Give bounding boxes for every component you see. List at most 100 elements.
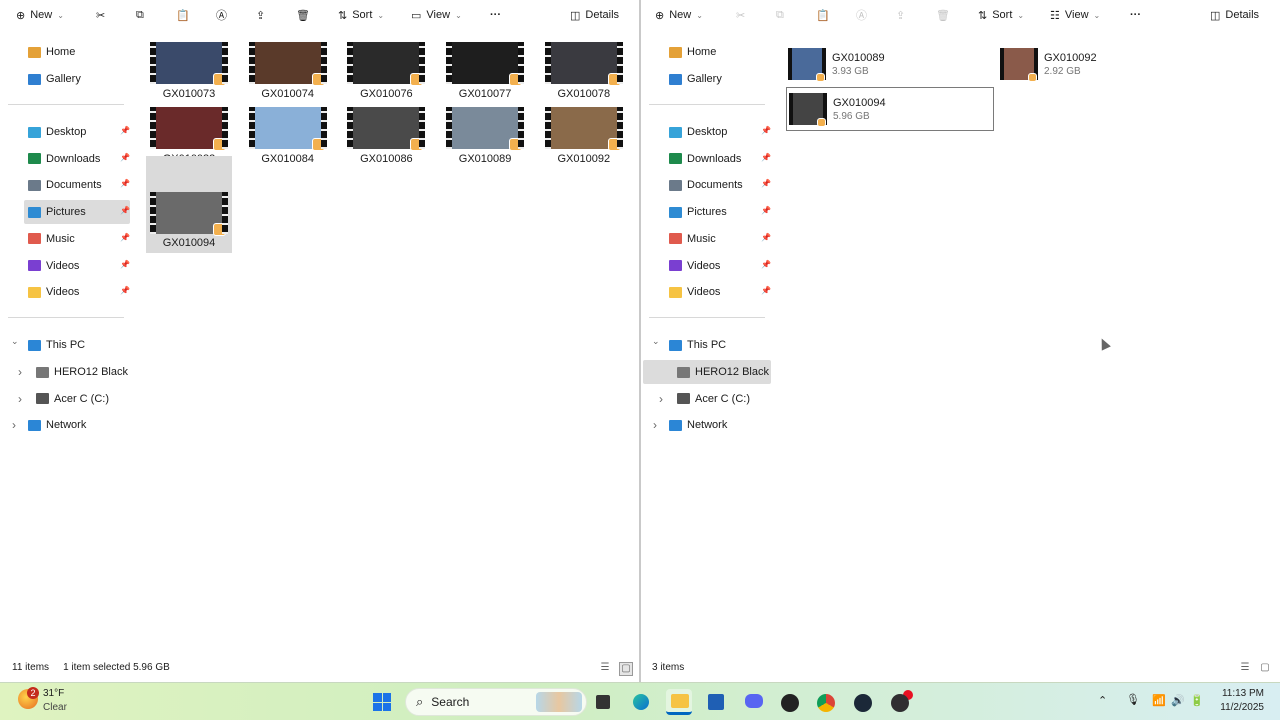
command-bar: ⊕ New ⌄ ✂ ⧉ 📋 Ⓐ ⇪ 🗑 ⇅ Sort ⌄ ▭ View ⌄ ··… <box>0 0 639 30</box>
chevron-right-icon[interactable]: › <box>659 392 663 406</box>
nav-item-this-pc[interactable]: This PC <box>24 333 124 357</box>
nav-item-hero12-black[interactable]: HERO12 Black <box>643 360 771 384</box>
nav-item-downloads[interactable]: Downloads <box>665 147 771 171</box>
task-view-button[interactable] <box>590 689 616 715</box>
new-button[interactable]: ⊕ New ⌄ <box>655 5 703 25</box>
file-thumbnail[interactable]: GX010084 <box>245 106 331 171</box>
cut-button[interactable]: ✂ <box>736 5 745 25</box>
app-button[interactable] <box>776 689 802 715</box>
file-thumbnail[interactable]: GX010094 <box>146 156 232 253</box>
volume-icon[interactable]: 🔊 <box>1171 694 1185 707</box>
battery-icon[interactable]: 🔋 <box>1190 694 1204 707</box>
copy-button[interactable]: ⧉ <box>776 5 784 25</box>
file-tile[interactable]: GX010092 2.92 GB <box>998 42 1206 86</box>
nav-item-videos[interactable]: Videos <box>24 280 130 304</box>
nav-item-videos[interactable]: Videos <box>665 280 771 304</box>
desktop-icon <box>28 126 41 138</box>
details-button[interactable]: ◫ Details <box>570 5 619 25</box>
obs-button[interactable] <box>886 689 912 715</box>
chevron-down-icon[interactable]: ⌄ <box>652 336 660 347</box>
view-button[interactable]: ☷ View ⌄ <box>1050 5 1100 25</box>
file-thumbnail[interactable]: GX010074 <box>245 42 331 106</box>
clock[interactable]: 11:13 PM 11/2/2025 <box>1220 687 1264 715</box>
nav-item-home[interactable]: Home <box>24 40 124 64</box>
view-button[interactable]: ▭ View ⌄ <box>411 5 462 25</box>
details-button[interactable]: ◫ Details <box>1210 5 1259 25</box>
wifi-icon[interactable]: 📶 <box>1152 694 1166 707</box>
file-thumbnail[interactable]: GX010078 <box>541 42 627 106</box>
more-options-button[interactable]: ··· <box>490 5 501 25</box>
discord-button[interactable] <box>740 689 766 715</box>
more-options-button[interactable]: ··· <box>1130 5 1141 25</box>
file-explorer-button[interactable] <box>666 689 692 715</box>
file-thumbnail[interactable]: GX010073 <box>146 42 232 106</box>
chrome-button[interactable] <box>812 689 838 715</box>
details-view-icon[interactable]: ☰ <box>598 662 612 676</box>
taskbar-search-box[interactable]: ⌕ Search <box>405 688 587 716</box>
nav-item-videos[interactable]: Videos <box>665 254 771 278</box>
rename-button[interactable]: Ⓐ <box>216 5 227 25</box>
chevron-right-icon[interactable]: › <box>18 365 22 379</box>
cut-button[interactable]: ✂ <box>96 5 105 25</box>
nav-item-downloads[interactable]: Downloads <box>24 147 130 171</box>
file-tile[interactable]: GX010094 5.96 GB <box>786 87 994 131</box>
nav-item-this-pc[interactable]: This PC <box>665 333 765 357</box>
documents-icon <box>28 179 41 191</box>
nav-item-hero12-black[interactable]: HERO12 Black <box>32 360 128 384</box>
chevron-right-icon[interactable]: › <box>653 418 657 432</box>
chevron-down-icon[interactable]: ⌄ <box>11 336 19 347</box>
file-thumbnail[interactable]: GX010077 <box>442 42 528 106</box>
clock-time: 11:13 PM <box>1221 688 1264 699</box>
tiles-view-icon[interactable]: ▢ <box>1258 662 1272 676</box>
nav-item-music[interactable]: Music <box>24 227 130 251</box>
video-play-badge-icon <box>509 137 523 151</box>
plus-icon: ⊕ <box>16 9 26 22</box>
documents-icon <box>669 179 682 191</box>
pin-icon: 📌 <box>120 286 130 296</box>
share-button[interactable]: ⇪ <box>896 5 905 25</box>
delete-button[interactable]: 🗑 <box>296 5 310 25</box>
details-view-icon[interactable]: ☰ <box>1238 662 1252 676</box>
nav-item-documents[interactable]: Documents <box>24 173 130 197</box>
nav-item-music[interactable]: Music <box>665 227 771 251</box>
nav-item-pictures[interactable]: Pictures <box>24 200 130 225</box>
show-hidden-icons-chevron-icon[interactable]: ⌃ <box>1098 694 1107 707</box>
nav-item-gallery[interactable]: Gallery <box>665 67 765 91</box>
microphone-icon[interactable]: 🎙 <box>1126 693 1140 706</box>
nav-item-label: Gallery <box>46 73 81 85</box>
chevron-right-icon[interactable]: › <box>12 418 16 432</box>
nav-item-acer-c-c-[interactable]: Acer C (C:) <box>32 387 128 411</box>
start-button[interactable] <box>369 689 395 715</box>
store-button[interactable] <box>703 689 729 715</box>
sort-button[interactable]: ⇅ Sort ⌄ <box>978 5 1024 25</box>
file-thumbnail[interactable]: GX010076 <box>343 42 429 106</box>
paste-button[interactable]: 📋 <box>816 5 830 25</box>
file-thumbnail[interactable]: GX010086 <box>343 106 429 171</box>
nav-item-network[interactable]: Network <box>24 413 124 437</box>
nav-item-documents[interactable]: Documents <box>665 173 771 197</box>
nav-item-network[interactable]: Network <box>665 413 765 437</box>
nav-item-home[interactable]: Home <box>665 40 765 64</box>
new-button[interactable]: ⊕ New ⌄ <box>16 5 64 25</box>
rename-button[interactable]: Ⓐ <box>856 5 867 25</box>
nav-item-desktop[interactable]: Desktop <box>24 120 130 144</box>
tiles-view-icon[interactable]: ▢ <box>619 662 633 676</box>
chevron-right-icon[interactable]: › <box>18 392 22 406</box>
steam-button[interactable] <box>849 689 875 715</box>
nav-item-desktop[interactable]: Desktop <box>665 120 771 144</box>
file-tile[interactable]: GX010089 3.93 GB <box>786 42 994 86</box>
delete-button[interactable]: 🗑 <box>936 5 950 25</box>
nav-item-acer-c-c-[interactable]: Acer C (C:) <box>673 387 769 411</box>
file-thumbnail[interactable]: GX010089 <box>442 106 528 171</box>
nav-item-gallery[interactable]: Gallery <box>24 67 124 91</box>
nav-item-label: Videos <box>46 286 80 299</box>
file-thumbnail[interactable]: GX010092 <box>541 106 627 171</box>
nav-item-pictures[interactable]: Pictures <box>665 200 771 224</box>
copy-button[interactable]: ⧉ <box>136 5 144 25</box>
weather-widget[interactable]: 2 31°F Clear <box>18 687 88 717</box>
edge-button[interactable] <box>628 689 654 715</box>
paste-button[interactable]: 📋 <box>176 5 190 25</box>
sort-button[interactable]: ⇅ Sort ⌄ <box>338 5 384 25</box>
nav-item-videos[interactable]: Videos <box>24 254 130 278</box>
share-button[interactable]: ⇪ <box>256 5 265 25</box>
